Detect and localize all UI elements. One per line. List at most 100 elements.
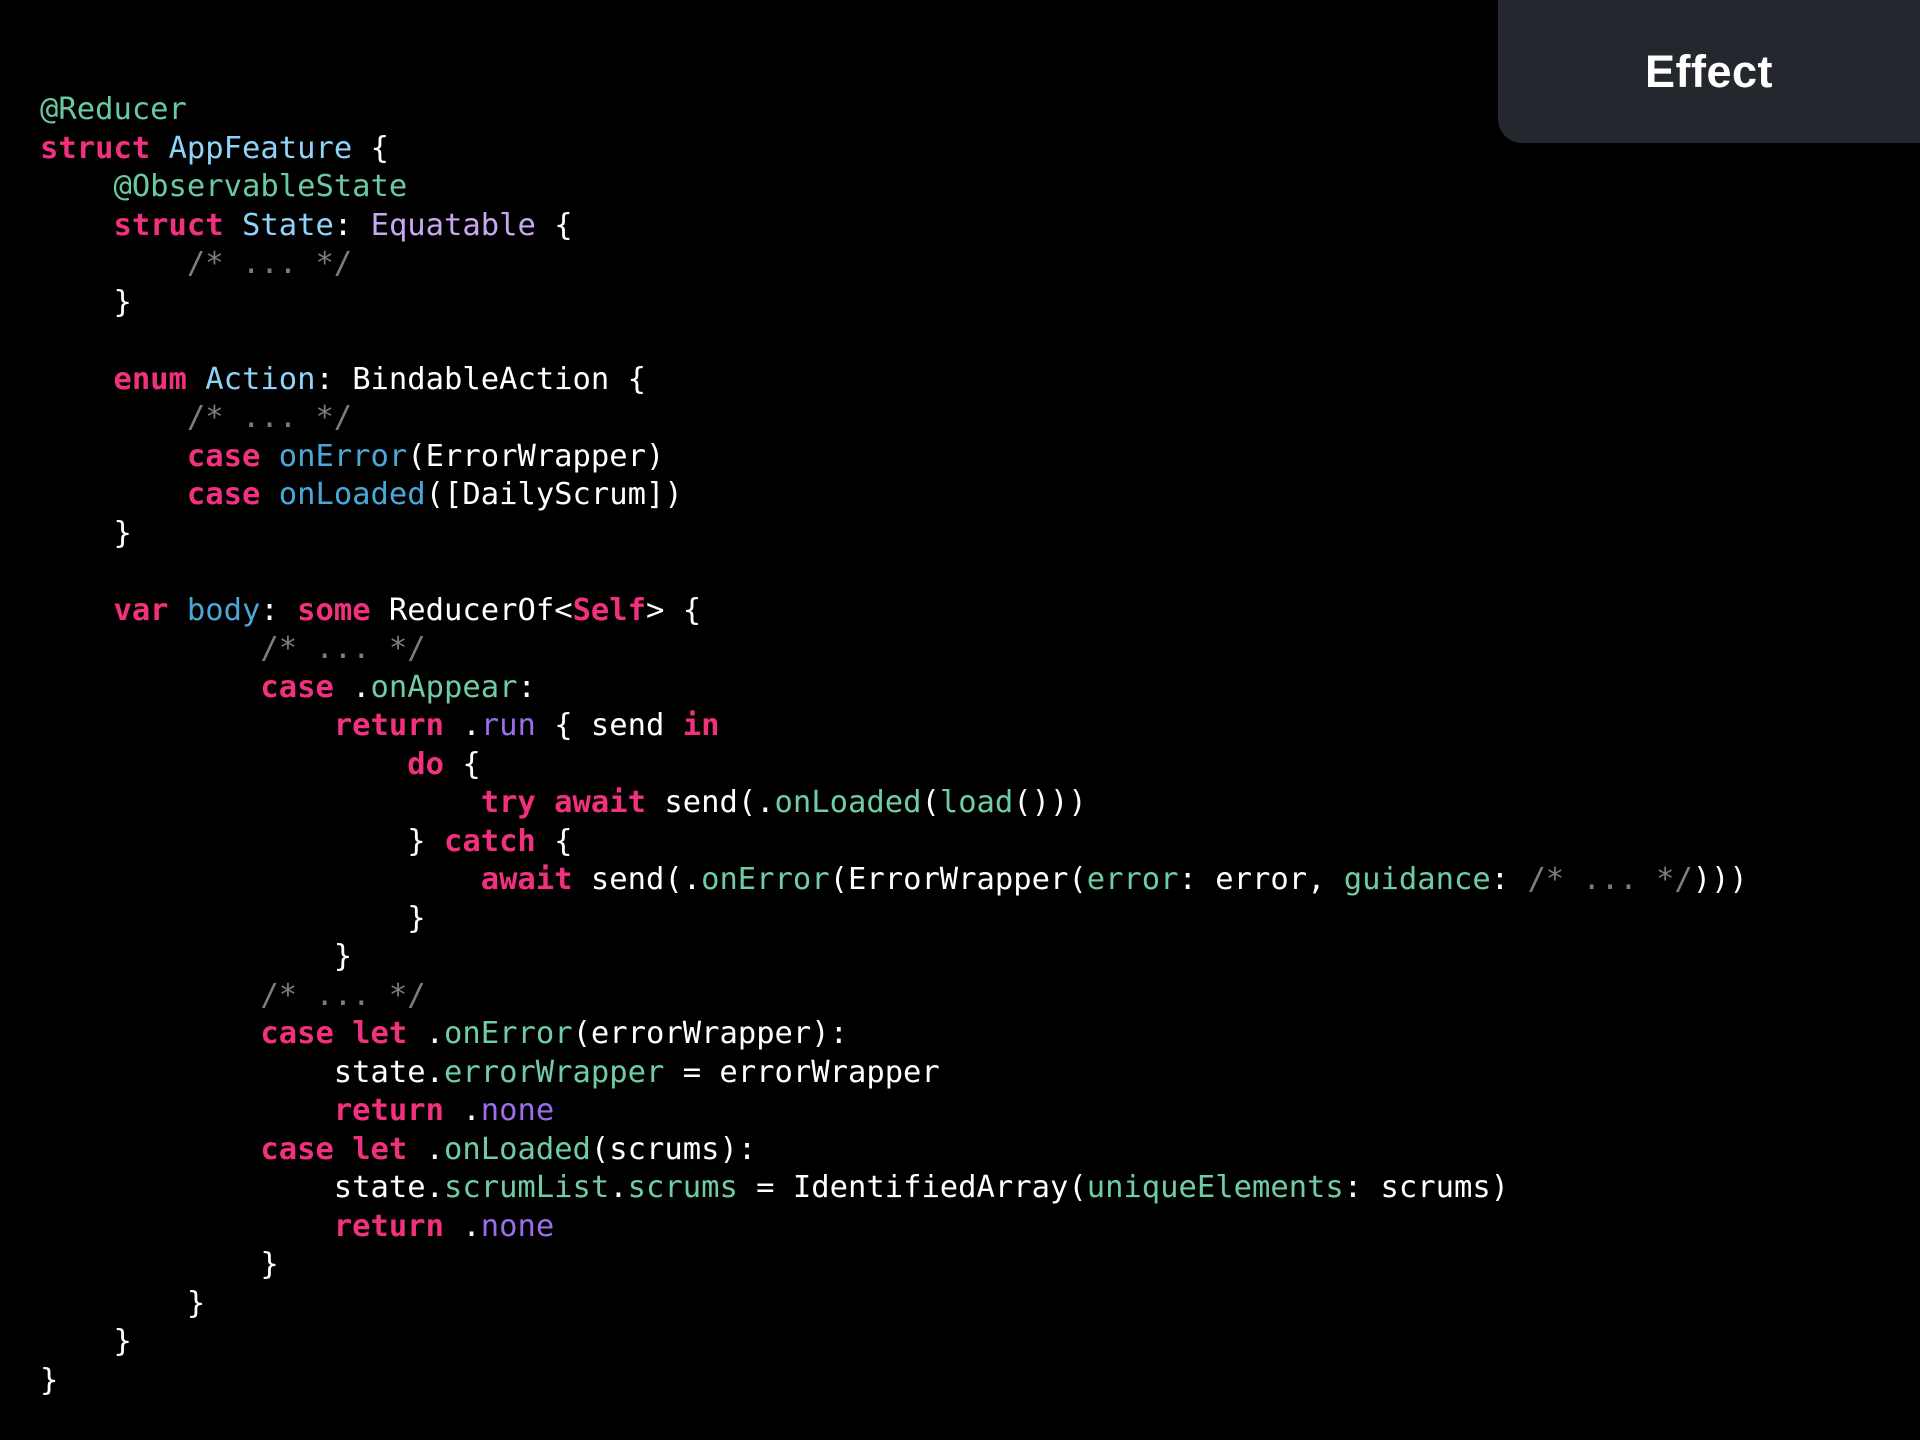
- code-text-token: ))): [1692, 862, 1748, 897]
- comment-token: /* ... */: [186, 400, 353, 435]
- code-line: return .none: [40, 1208, 1748, 1247]
- keyword-token: struct: [40, 130, 151, 166]
- code-text-token: :: [333, 207, 371, 243]
- code-line: }: [40, 1246, 1748, 1285]
- code-line: /* ... */: [40, 245, 1748, 284]
- code-text-token: }: [40, 939, 353, 974]
- code-text-token: (errorWrapper):: [572, 1016, 849, 1051]
- comment-token: /* ... */: [1527, 862, 1693, 897]
- keyword-token: catch: [443, 823, 536, 859]
- keyword-token: await: [554, 785, 646, 820]
- function-token: body: [186, 592, 261, 628]
- code-block: @Reducer struct AppFeature { @ObservableS…: [40, 91, 1748, 1400]
- keyword-token: some: [297, 592, 371, 628]
- code-text-token: : scrums): [1343, 1170, 1510, 1205]
- code-line: return .run { send in: [40, 707, 1748, 746]
- code-line: @ObservableState: [40, 168, 1748, 207]
- code-text-token: send(.: [572, 862, 702, 897]
- keyword-token: try: [480, 785, 536, 820]
- code-text-token: = IdentifiedArray(: [737, 1170, 1087, 1205]
- type-token: State: [242, 207, 334, 243]
- code-line: }: [40, 900, 1748, 939]
- code-line: }: [40, 1362, 1748, 1401]
- member-token: uniqueElements: [1086, 1170, 1344, 1205]
- type-token: AppFeature: [168, 130, 353, 166]
- code-text-token: : BindableAction {: [315, 361, 646, 397]
- code-line: case .onAppear:: [40, 669, 1748, 708]
- code-text-token: {: [444, 746, 481, 782]
- member-token: onLoaded: [774, 785, 922, 820]
- code-text-token: (ErrorWrapper): [407, 438, 665, 474]
- code-text-token: : error,: [1178, 862, 1344, 897]
- protocol-token: Equatable: [370, 207, 536, 243]
- code-line: } catch {: [40, 823, 1748, 862]
- keyword-token: await: [480, 862, 573, 897]
- code-text-token: ([DailyScrum]): [425, 477, 683, 512]
- member-token: error: [1086, 862, 1179, 897]
- code-text-token: :: [517, 669, 536, 705]
- code-text-token: {: [352, 130, 389, 166]
- code-text-token: {: [535, 207, 573, 243]
- code-text-token: .: [444, 1093, 481, 1128]
- keyword-token: case: [186, 477, 261, 512]
- code-text-token: = errorWrapper: [664, 1054, 940, 1090]
- keyword-token: let: [352, 1016, 408, 1051]
- code-text-token: }: [40, 900, 426, 936]
- code-line: case onError(ErrorWrapper): [40, 438, 1748, 477]
- keyword-token: return: [333, 1208, 444, 1244]
- code-line: try await send(.onLoaded(load())): [40, 784, 1748, 823]
- code-line: case let .onError(errorWrapper):: [40, 1015, 1748, 1054]
- code-line: @Reducer: [40, 91, 1748, 130]
- enum-case-token: none: [480, 1093, 555, 1128]
- code-text-token: :: [1490, 862, 1528, 897]
- member-token: onError: [701, 862, 830, 897]
- code-line: do {: [40, 746, 1748, 785]
- code-text-token: .: [333, 669, 371, 705]
- member-token: scrumList: [443, 1170, 610, 1205]
- code-text-token: :: [260, 592, 298, 628]
- type-token: Action: [205, 361, 316, 397]
- member-token: onAppear: [370, 669, 518, 705]
- code-line: /* ... */: [40, 977, 1748, 1016]
- keyword-token: do: [407, 746, 444, 782]
- attribute-token: @ObservableState: [113, 169, 408, 204]
- keyword-token: let: [352, 1131, 408, 1167]
- code-text-token: }: [40, 1285, 206, 1321]
- comment-token: /* ... */: [186, 246, 353, 281]
- keyword-token: case: [260, 1131, 334, 1167]
- code-line: state.scrumList.scrums = IdentifiedArray…: [40, 1169, 1748, 1208]
- code-text-token: state.: [40, 1054, 444, 1090]
- code-text-token: send(.: [646, 785, 775, 820]
- code-line: state.errorWrapper = errorWrapper: [40, 1054, 1748, 1093]
- code-text-token: > {: [646, 592, 702, 628]
- member-token: load: [939, 785, 1014, 820]
- code-text-token: ())): [1013, 785, 1087, 820]
- code-text-token: (: [921, 785, 940, 820]
- keyword-token: case: [260, 669, 334, 705]
- code-line: /* ... */: [40, 630, 1748, 669]
- keyword-token: return: [333, 1093, 444, 1128]
- member-token: onLoaded: [444, 1131, 591, 1167]
- code-line: }: [40, 938, 1748, 977]
